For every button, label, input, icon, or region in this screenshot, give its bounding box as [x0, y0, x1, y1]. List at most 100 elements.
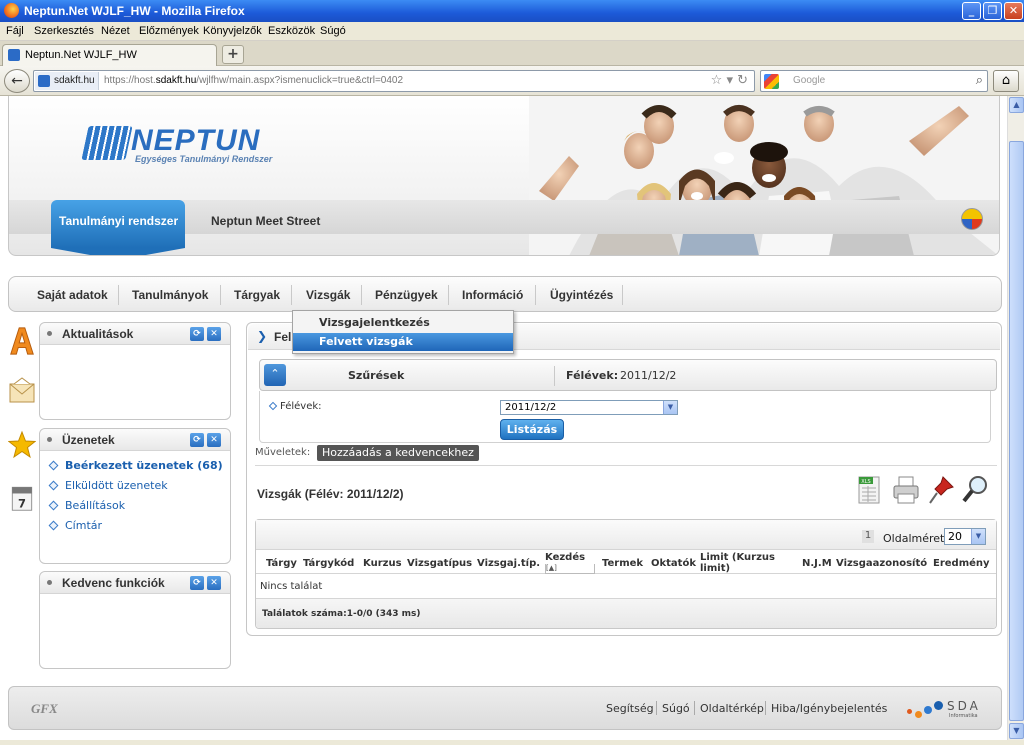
envelope-icon[interactable]	[8, 376, 36, 406]
footer-link-oldalterkep[interactable]: Oldaltérkép	[700, 702, 764, 715]
menu-history[interactable]: Előzmények	[139, 25, 199, 37]
scroll-thumb[interactable]	[1009, 141, 1024, 721]
col-oktatok[interactable]: Oktatók	[651, 558, 696, 569]
zoom-icon[interactable]	[961, 473, 991, 507]
logo-text: NEPTUN	[131, 124, 261, 157]
nav-ugyintezes[interactable]: Ügyintézés	[550, 288, 613, 302]
no-results-text: Nincs találat	[260, 581, 323, 592]
refresh-icon[interactable]: ⟳	[190, 327, 204, 341]
col-targykod[interactable]: Tárgykód	[303, 558, 354, 569]
sda-subtext: Informatika	[949, 713, 978, 719]
menu-tools[interactable]: Eszközök	[268, 25, 315, 37]
col-vizsgaj-tip[interactable]: Vizsgaj.típ.	[477, 558, 540, 569]
link-inbox[interactable]: Beérkezett üzenetek (68)	[48, 459, 223, 479]
link-sent[interactable]: Elküldött üzenetek	[48, 479, 223, 499]
nav-separator	[448, 285, 449, 305]
nav-sajat-adatok[interactable]: Saját adatok	[37, 288, 108, 302]
site-identity[interactable]: sdakft.hu	[35, 72, 99, 90]
back-button[interactable]: ←	[4, 69, 30, 93]
scroll-up-icon[interactable]: ▲	[1009, 97, 1024, 113]
menu-item-vizsgajelentkezes[interactable]: Vizsgajelentkezés	[293, 314, 513, 332]
col-vizsgaazonosito[interactable]: Vizsgaazonosító	[836, 558, 927, 569]
close-icon[interactable]: ✕	[207, 433, 221, 447]
collapse-up-icon[interactable]: ⌃	[264, 364, 286, 386]
nav-tanulmanyok[interactable]: Tanulmányok	[132, 288, 208, 302]
menu-file[interactable]: Fájl	[6, 25, 24, 37]
new-tab-button[interactable]: +	[222, 45, 244, 64]
print-icon[interactable]	[891, 473, 921, 507]
color-ball-icon[interactable]	[961, 208, 983, 230]
menu-bookmarks[interactable]: Könyvjelzők	[203, 25, 262, 37]
refresh-icon[interactable]: ⟳	[190, 433, 204, 447]
search-box[interactable]: Google ⌕	[760, 70, 988, 92]
col-eredmeny[interactable]: Eredmény	[933, 558, 990, 569]
nav-informacio[interactable]: Információ	[462, 288, 523, 302]
bookmark-star-icon[interactable]: ☆ ▾ ↻	[711, 73, 748, 88]
menu-edit[interactable]: Szerkesztés	[34, 25, 94, 37]
vertical-scrollbar[interactable]: ▲ ▼	[1007, 96, 1024, 740]
add-to-favorites-button[interactable]: Hozzáadás a kedvencekhez	[317, 445, 479, 461]
grid-toolbar: 1 Oldalméret 20 ▼	[256, 520, 996, 550]
nav-vizsgak[interactable]: Vizsgák	[306, 288, 350, 302]
footer-link-hibabejelentes[interactable]: Hiba/Igénybejelentés	[771, 702, 887, 715]
chevron-down-icon[interactable]: ▼	[971, 529, 985, 544]
menu-bar: Fájl Szerkesztés Nézet Előzmények Könyvj…	[0, 22, 1024, 41]
excel-export-icon[interactable]: XLS	[855, 473, 885, 507]
col-targy[interactable]: Tárgy	[266, 558, 297, 569]
col-kurzus[interactable]: Kurzus	[363, 558, 402, 569]
menu-view[interactable]: Nézet	[101, 25, 130, 37]
link-settings[interactable]: Beállítások	[48, 499, 223, 519]
close-icon[interactable]: ✕	[207, 327, 221, 341]
nav-separator	[220, 285, 221, 305]
page-size-select[interactable]: 20 ▼	[944, 528, 986, 545]
site-favicon-icon	[38, 75, 50, 87]
menu-item-felvett-vizsgak[interactable]: Felvett vizsgák	[293, 333, 513, 351]
nav-targyak[interactable]: Tárgyak	[234, 288, 280, 302]
page-footer: GFX Segítség Súgó Oldaltérkép Hiba/Igény…	[8, 686, 1002, 730]
sort-ascending-icon[interactable]: [▲]	[545, 564, 595, 574]
page: NEPTUN Egységes Tanulmányi Rendszer Tanu…	[0, 96, 1007, 745]
tab-tanulmanyi-rendszer[interactable]: Tanulmányi rendszer	[51, 200, 185, 248]
list-button[interactable]: Listázás	[500, 419, 564, 440]
col-njm[interactable]: N.J.M	[802, 558, 832, 569]
maximize-button[interactable]: ❐	[983, 2, 1002, 20]
results-count: Találatok száma:1-0/0 (343 ms)	[262, 609, 421, 619]
menu-help[interactable]: Súgó	[320, 25, 346, 37]
chevron-down-icon[interactable]: ▼	[663, 401, 677, 414]
diamond-bullet-icon	[268, 401, 278, 411]
tab-neptun-meet-street[interactable]: Neptun Meet Street	[211, 214, 320, 228]
minimize-button[interactable]: _	[962, 2, 981, 20]
col-vizsgatipus[interactable]: Vizsgatípus	[407, 558, 472, 569]
diamond-bullet-icon	[48, 520, 59, 531]
col-kezdes[interactable]: Kezdés	[545, 552, 585, 563]
letter-a-icon[interactable]	[8, 326, 36, 356]
site-header: NEPTUN Egységes Tanulmányi Rendszer Tanu…	[8, 96, 1000, 256]
home-button[interactable]: ⌂	[993, 70, 1019, 92]
search-icon[interactable]: ⌕	[976, 73, 983, 88]
col-termek[interactable]: Termek	[602, 558, 643, 569]
url-text: https://host.sdakft.hu/wjlfhw/main.aspx?…	[104, 75, 404, 86]
url-bar[interactable]: sdakft.hu https://host.sdakft.hu/wjlfhw/…	[33, 70, 755, 92]
refresh-icon[interactable]: ⟳	[190, 576, 204, 590]
calendar-icon[interactable]: 7	[8, 482, 36, 512]
scroll-down-icon[interactable]: ▼	[1009, 723, 1024, 739]
close-button[interactable]: ✕	[1004, 2, 1023, 20]
nav-penzugyek[interactable]: Pénzügyek	[375, 288, 438, 302]
gfx-logo: GFX	[31, 701, 58, 716]
page-number[interactable]: 1	[862, 530, 874, 543]
pin-icon[interactable]	[927, 473, 957, 507]
link-directory[interactable]: Címtár	[48, 519, 223, 539]
site-identity-label: sdakft.hu	[54, 75, 95, 86]
semester-select-value: 2011/12/2	[505, 402, 557, 413]
semester-select[interactable]: 2011/12/2 ▼	[500, 400, 678, 415]
messages-panel-title: Üzenetek	[62, 433, 115, 447]
star-icon[interactable]	[8, 430, 36, 460]
col-limit[interactable]: Limit (Kurzus limit)	[700, 552, 790, 574]
diamond-bullet-icon	[48, 500, 59, 511]
sda-text: SDA	[947, 699, 981, 713]
footer-link-sugo[interactable]: Súgó	[662, 702, 690, 715]
messages-panel-header: Üzenetek ⟳ ✕	[40, 429, 230, 451]
close-icon[interactable]: ✕	[207, 576, 221, 590]
browser-tab[interactable]: Neptun.Net WJLF_HW	[2, 44, 217, 66]
footer-link-segitseg[interactable]: Segítség	[606, 702, 654, 715]
